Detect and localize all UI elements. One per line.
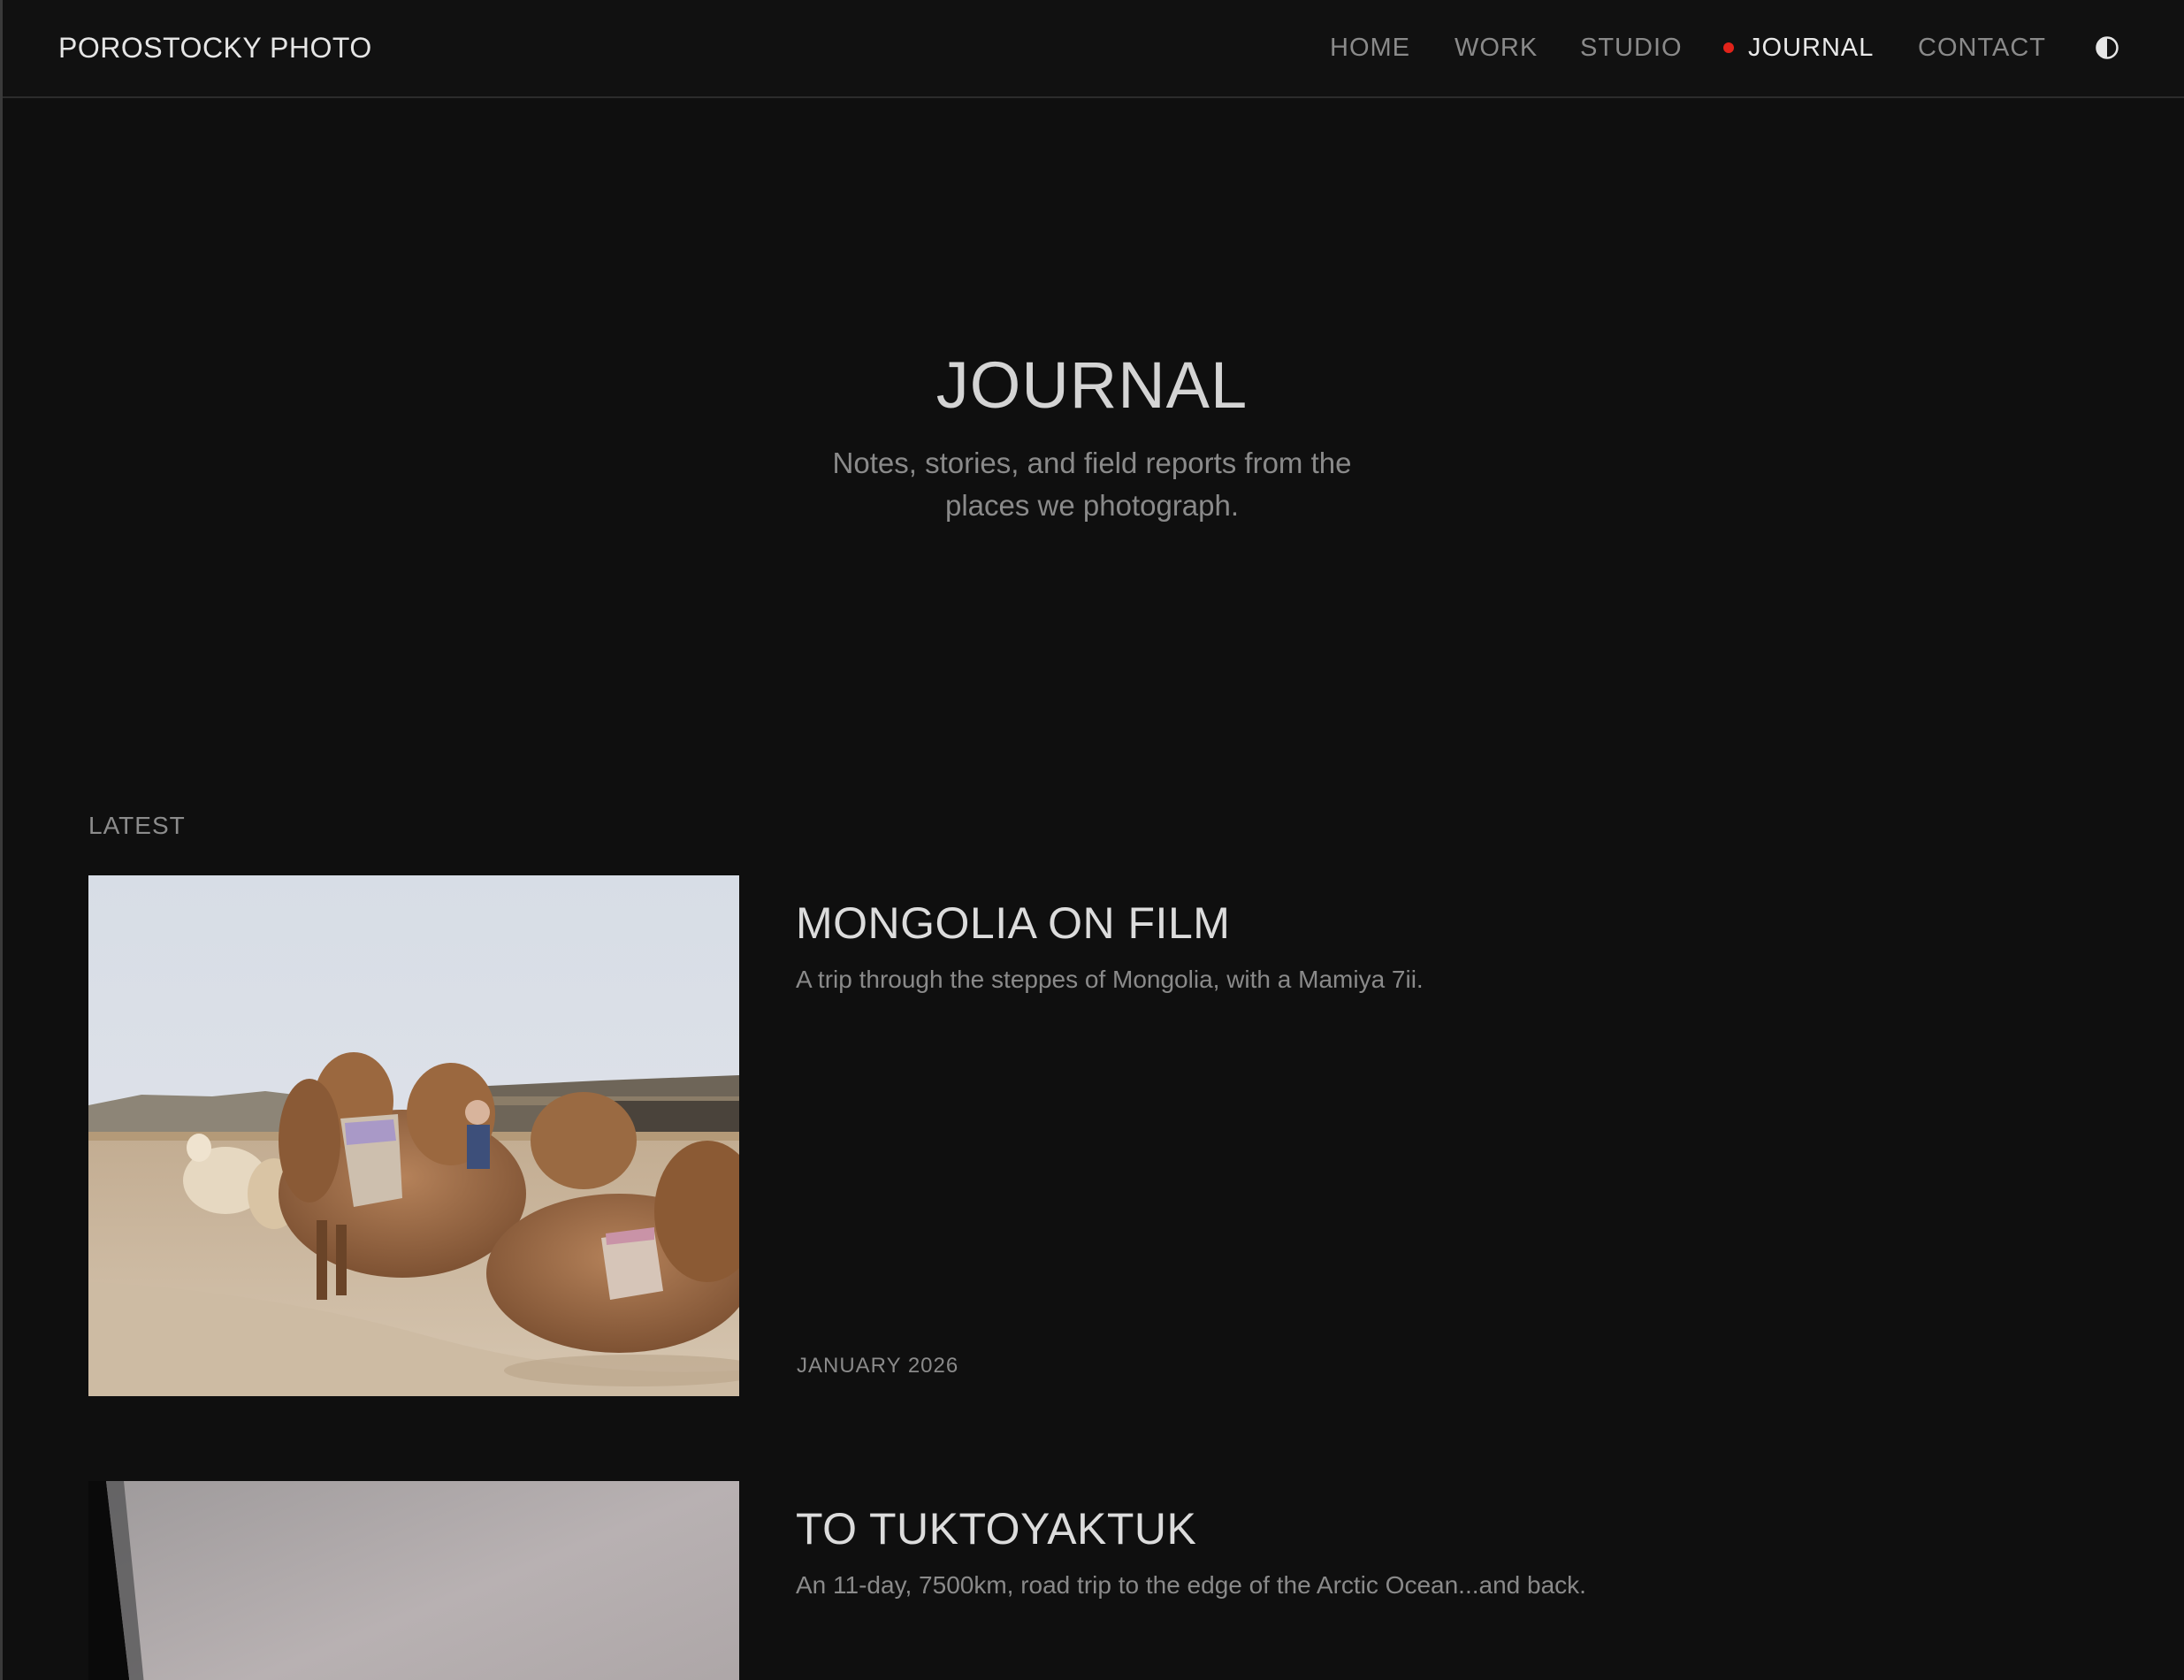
page-subtitle: Notes, stories, and field reports from t… [832, 447, 1352, 522]
active-nav-indicator-dot [1723, 42, 1734, 53]
site-header: POROSTOCKY PHOTO HOME WORK STUDIO JOURNA… [3, 0, 2184, 98]
entry-title[interactable]: TO TUKTOYAKTUK [796, 1501, 1196, 1557]
nav-studio[interactable]: STUDIO [1580, 28, 1683, 67]
entry-date: JANUARY 2026 [797, 1354, 959, 1378]
entry-photo-arctic-road[interactable] [88, 1481, 739, 1680]
entry-excerpt: An 11-day, 7500km, road trip to the edge… [796, 1571, 1586, 1599]
theme-toggle-icon[interactable] [2094, 34, 2120, 61]
nav-contact[interactable]: CONTACT [1918, 28, 2046, 67]
nav-journal[interactable]: JOURNAL [1748, 28, 1874, 67]
journal-entry-card[interactable]: MONGOLIA ON FILM A trip through the step… [88, 875, 2096, 1396]
journal-page: POROSTOCKY PHOTO HOME WORK STUDIO JOURNA… [0, 0, 2184, 1680]
page-title: JOURNAL [935, 348, 1249, 422]
journal-entry-card[interactable]: TO TUKTOYAKTUK An 11-day, 7500km, road t… [88, 1481, 2096, 1680]
nav-work[interactable]: WORK [1455, 28, 1538, 67]
entry-title[interactable]: MONGOLIA ON FILM [796, 895, 1230, 951]
window-edge [0, 0, 3, 1680]
section-label-latest: LATEST [88, 812, 186, 839]
entry-excerpt: A trip through the steppes of Mongolia, … [796, 966, 1424, 993]
main-nav: HOME WORK STUDIO JOURNAL CONTACT [3, 28, 2184, 67]
entry-photo-camels[interactable] [88, 875, 739, 1396]
nav-home[interactable]: HOME [1330, 28, 1410, 67]
